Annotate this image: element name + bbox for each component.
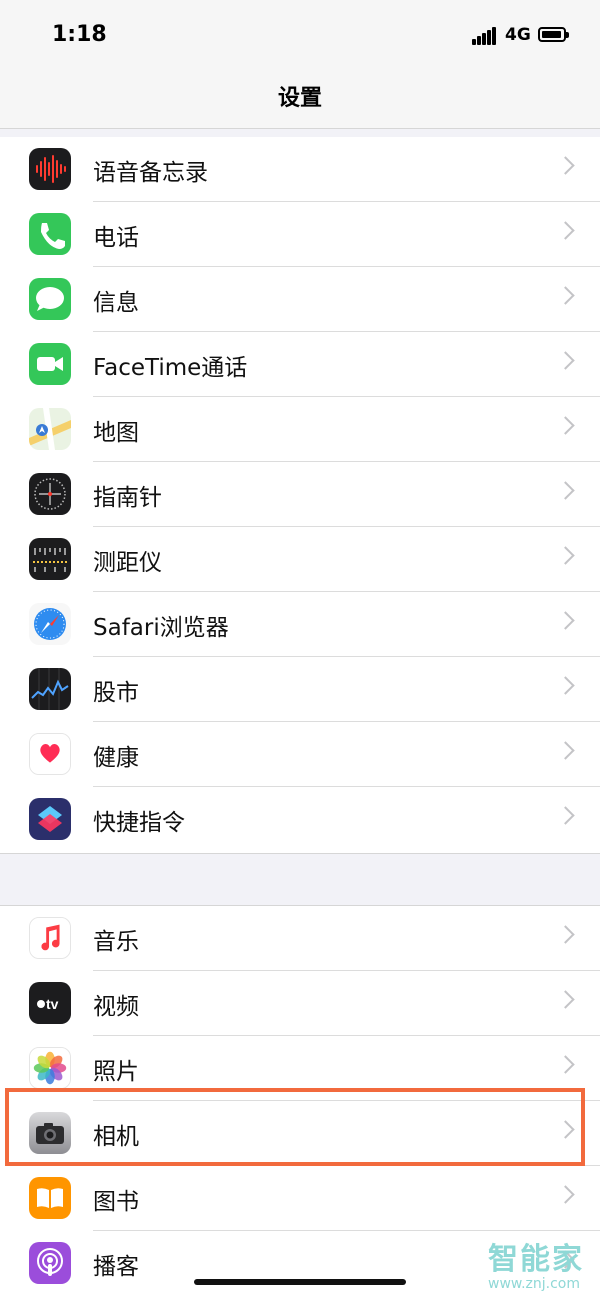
phone-icon — [29, 213, 71, 255]
network-type: 4G — [505, 25, 531, 45]
row-label: 地图 — [93, 420, 139, 446]
settings-row-measure[interactable]: 测距仪 — [0, 527, 600, 592]
settings-row-voice-memos[interactable]: 语音备忘录 — [0, 137, 600, 202]
row-label: 照片 — [93, 1059, 139, 1085]
chevron-right-icon — [556, 286, 575, 305]
row-label: 健康 — [93, 745, 139, 771]
row-label: 图书 — [93, 1189, 139, 1215]
row-label: 快捷指令 — [93, 810, 185, 836]
row-label: FaceTime通话 — [93, 355, 248, 381]
chevron-right-icon — [556, 806, 575, 825]
chevron-right-icon — [556, 1055, 575, 1074]
settings-row-tv[interactable]: tv 视频 — [0, 971, 600, 1036]
row-label: Safari浏览器 — [93, 615, 229, 641]
chevron-right-icon — [556, 611, 575, 630]
status-time: 1:18 — [52, 22, 107, 47]
highlight-box — [5, 1088, 585, 1166]
safari-icon — [29, 603, 71, 645]
chevron-right-icon — [556, 925, 575, 944]
signal-icon — [472, 27, 498, 45]
chevron-right-icon — [556, 221, 575, 240]
chevron-right-icon — [556, 351, 575, 370]
row-label: 信息 — [93, 290, 139, 316]
settings-row-health[interactable]: 健康 — [0, 722, 600, 787]
settings-row-phone[interactable]: 电话 — [0, 202, 600, 267]
health-icon — [29, 733, 71, 775]
settings-row-facetime[interactable]: FaceTime通话 — [0, 332, 600, 397]
facetime-icon — [29, 343, 71, 385]
settings-row-safari[interactable]: Safari浏览器 — [0, 592, 600, 657]
settings-row-stocks[interactable]: 股市 — [0, 657, 600, 722]
chevron-right-icon — [556, 156, 575, 175]
watermark-url: www.znj.com — [488, 1276, 580, 1292]
row-label: 指南针 — [93, 485, 162, 511]
photos-icon — [29, 1047, 71, 1089]
row-label: 测距仪 — [93, 550, 162, 576]
voice-memos-icon — [29, 148, 71, 190]
chevron-right-icon — [556, 416, 575, 435]
measure-icon — [29, 538, 71, 580]
home-indicator[interactable] — [194, 1279, 406, 1285]
watermark: 智能家 www.znj.com — [488, 1234, 584, 1292]
row-label: 播客 — [93, 1254, 139, 1280]
compass-icon — [29, 473, 71, 515]
settings-row-books[interactable]: 图书 — [0, 1166, 600, 1231]
settings-row-shortcuts[interactable]: 快捷指令 — [0, 787, 600, 852]
row-label: 语音备忘录 — [93, 160, 208, 186]
row-label: 电话 — [93, 225, 139, 251]
settings-group-apps: 语音备忘录 电话 信息 FaceTime通话 地图 指南针 测距仪 Safari… — [0, 137, 600, 854]
maps-icon — [29, 408, 71, 450]
stocks-icon — [29, 668, 71, 710]
row-label: 视频 — [93, 994, 139, 1020]
settings-row-maps[interactable]: 地图 — [0, 397, 600, 462]
chevron-right-icon — [556, 546, 575, 565]
settings-row-music[interactable]: 音乐 — [0, 906, 600, 971]
row-label: 股市 — [93, 680, 139, 706]
books-icon — [29, 1177, 71, 1219]
svg-text:tv: tv — [46, 996, 59, 1012]
shortcuts-icon — [29, 798, 71, 840]
watermark-logo: 智能家 — [488, 1242, 584, 1277]
row-label: 音乐 — [93, 929, 139, 955]
music-icon — [29, 917, 71, 959]
page-title: 设置 — [277, 86, 322, 111]
settings-row-compass[interactable]: 指南针 — [0, 462, 600, 527]
status-bar: 1:18 4G — [0, 0, 600, 70]
settings-row-messages[interactable]: 信息 — [0, 267, 600, 332]
chevron-right-icon — [556, 741, 575, 760]
messages-icon — [29, 278, 71, 320]
tv-icon: tv — [29, 982, 71, 1024]
podcasts-icon — [29, 1242, 71, 1284]
battery-icon — [538, 27, 569, 42]
chevron-right-icon — [556, 1185, 575, 1204]
chevron-right-icon — [556, 481, 575, 500]
chevron-right-icon — [556, 990, 575, 1009]
chevron-right-icon — [556, 676, 575, 695]
nav-bar: 设置 — [0, 70, 600, 129]
